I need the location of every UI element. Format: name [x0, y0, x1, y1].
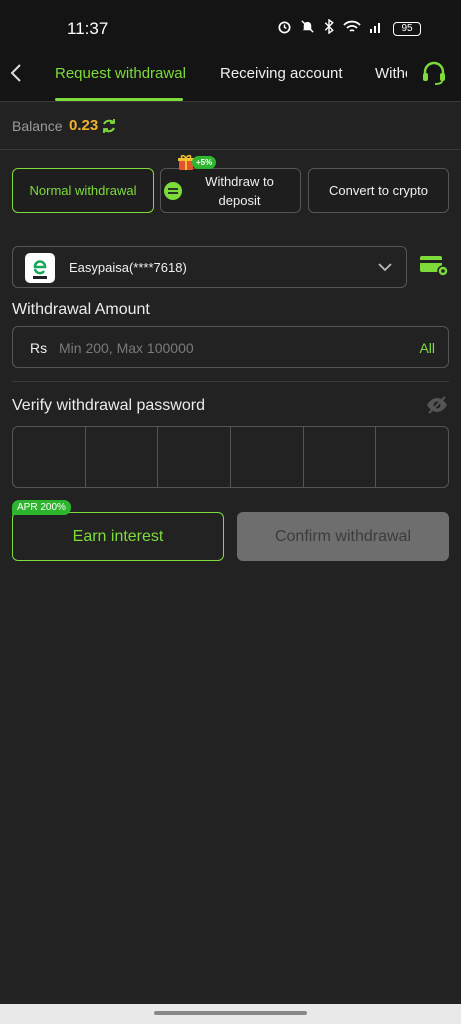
withdrawal-amount-label: Withdrawal Amount: [12, 301, 150, 318]
pin-digit-1[interactable]: [13, 427, 86, 487]
chevron-left-icon: [10, 64, 21, 82]
status-icons: [277, 19, 383, 34]
pin-digit-6[interactable]: [376, 427, 448, 487]
tab-request-withdrawal[interactable]: Request withdrawal: [55, 65, 186, 82]
withdraw-to-deposit-label-2: deposit: [218, 192, 261, 208]
normal-withdrawal-button[interactable]: Normal withdrawal: [12, 168, 154, 213]
swap-icon: [164, 182, 182, 200]
easypaisa-logo-icon: [29, 257, 51, 279]
pin-digit-5[interactable]: [304, 427, 377, 487]
alarm-icon: [278, 21, 291, 34]
status-time: 11:37: [67, 19, 109, 38]
back-button[interactable]: [10, 64, 30, 88]
normal-withdrawal-label: Normal withdrawal: [29, 183, 137, 198]
battery-icon: 95: [393, 22, 421, 36]
chevron-down-icon: [378, 263, 392, 272]
balance-label: Balance: [12, 118, 63, 134]
confirm-withdrawal-button[interactable]: Confirm withdrawal: [237, 512, 449, 561]
pin-digit-4[interactable]: [231, 427, 304, 487]
signal-icon: [370, 22, 380, 33]
deposit-bonus-badge: +5%: [192, 156, 217, 169]
gesture-bar: [0, 1004, 461, 1024]
withdraw-to-deposit-label-1: Withdraw to: [205, 173, 274, 189]
convert-to-crypto-label: Convert to crypto: [329, 183, 428, 198]
divider: [12, 381, 449, 382]
account-name: Easypaisa(****7618): [69, 260, 187, 275]
refresh-icon[interactable]: [101, 118, 117, 134]
mute-icon: [301, 20, 314, 33]
pin-digit-2[interactable]: [86, 427, 159, 487]
eye-off-icon[interactable]: [426, 395, 448, 415]
tab-withdraw[interactable]: Withdraw: [375, 65, 407, 82]
verify-password-label: Verify withdrawal password: [12, 397, 205, 414]
balance-row: Balance 0.23: [0, 102, 461, 150]
earn-interest-button[interactable]: Earn interest: [12, 512, 224, 561]
easypaisa-logo: [25, 253, 55, 283]
receiving-account-select[interactable]: Easypaisa(****7618): [12, 246, 407, 288]
home-indicator[interactable]: [154, 1011, 307, 1015]
pin-digit-3[interactable]: [158, 427, 232, 487]
apr-badge: APR 200%: [12, 500, 71, 515]
top-nav: Request withdrawal Receiving account Wit…: [0, 56, 461, 102]
tab-receiving-account[interactable]: Receiving account: [220, 65, 343, 82]
bluetooth-icon: [324, 19, 334, 34]
password-pin-input[interactable]: [12, 426, 449, 488]
balance-value: 0.23: [69, 117, 99, 134]
card-settings-icon[interactable]: [419, 254, 449, 278]
currency-symbol: Rs: [30, 340, 48, 356]
status-bar: 11:37 95: [0, 0, 461, 56]
amount-input[interactable]: [59, 335, 389, 361]
wifi-icon: [343, 20, 361, 32]
amount-field: Rs All: [12, 326, 449, 368]
all-amount-link[interactable]: All: [419, 340, 435, 356]
headset-icon[interactable]: [421, 60, 447, 86]
active-tab-indicator: [55, 98, 183, 101]
convert-to-crypto-button[interactable]: Convert to crypto: [308, 168, 449, 213]
